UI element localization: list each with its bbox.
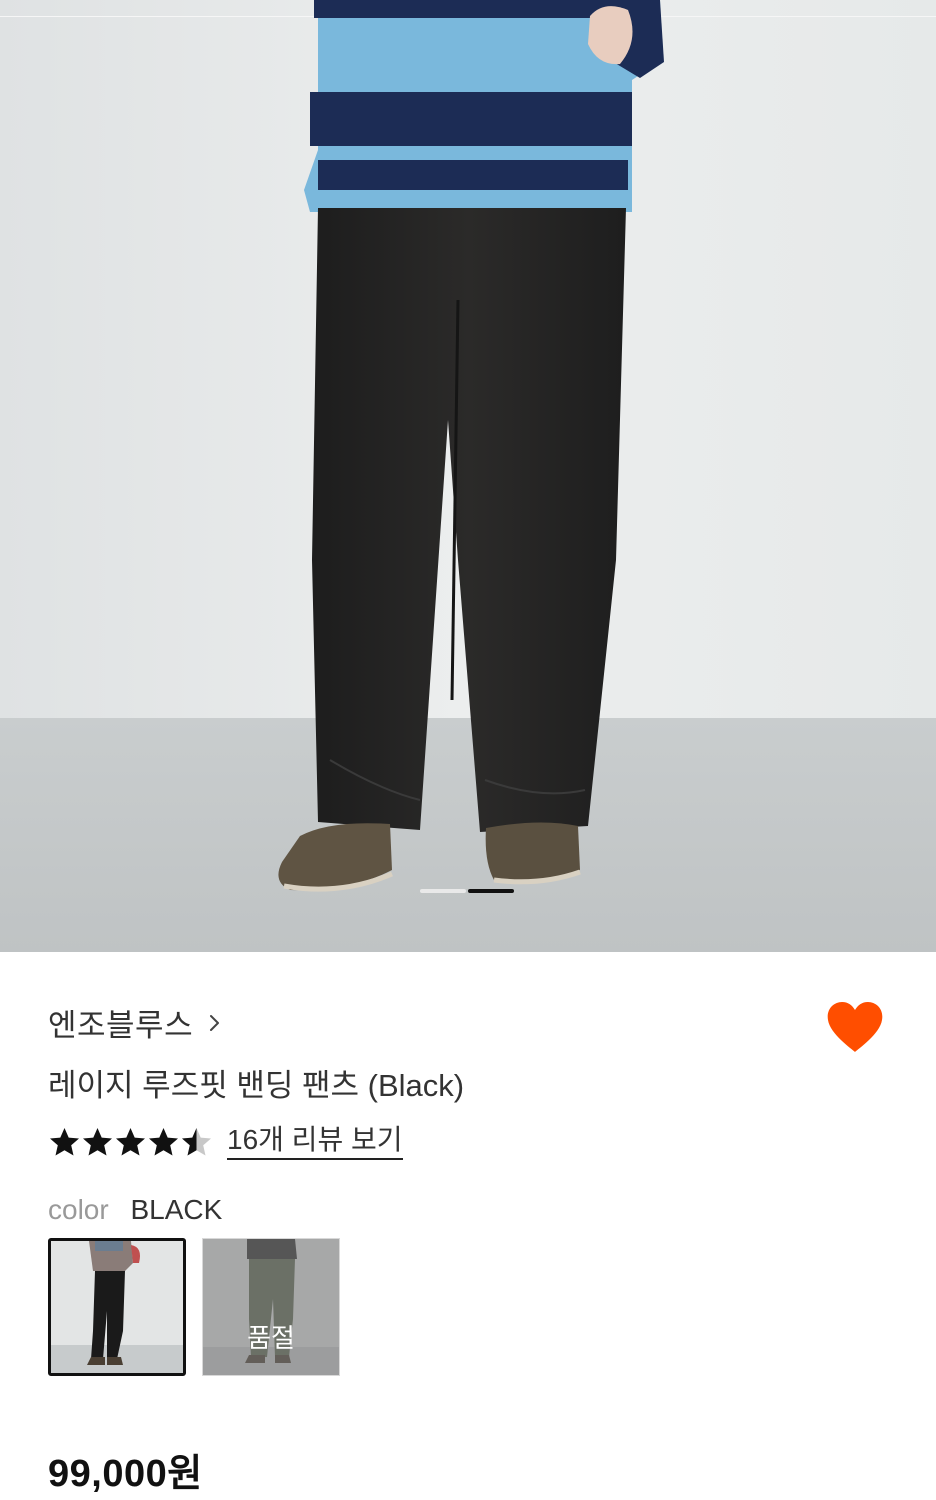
gallery-dot-1[interactable] [420, 889, 466, 893]
color-swatches: 품절 [48, 1238, 340, 1376]
selected-color-value: BLACK [130, 1194, 223, 1225]
gallery-dot-2-active[interactable] [468, 889, 514, 893]
reviews-link[interactable]: 16개 리뷰 보기 [227, 1124, 403, 1160]
swatch-khaki-sold-out[interactable]: 품절 [202, 1238, 340, 1376]
star-full-icon [50, 1128, 79, 1156]
star-full-icon [149, 1128, 178, 1156]
swatch-black[interactable] [48, 1238, 186, 1376]
product-title: 레이지 루즈핏 밴딩 팬츠 (Black) [48, 1068, 465, 1103]
chevron-right-icon [210, 1014, 220, 1031]
rating-stars [48, 1126, 213, 1158]
heart-icon[interactable] [826, 1002, 884, 1054]
sold-out-overlay: 품절 [203, 1239, 339, 1375]
brand-name: 엔조블루스 [48, 1008, 194, 1043]
color-selector-label: color BLACK [48, 1194, 222, 1226]
product-image-gallery[interactable] [0, 0, 936, 952]
sold-out-badge: 품절 [247, 1322, 295, 1353]
product-price: 99,000원 [48, 1453, 203, 1495]
gallery-pagination [420, 889, 514, 893]
star-half-icon [182, 1128, 211, 1156]
brand-link[interactable]: 엔조블루스 [48, 1000, 223, 1045]
swatch-black-thumbnail [51, 1241, 183, 1373]
color-label: color [48, 1194, 109, 1225]
product-photo [0, 0, 936, 952]
star-full-icon [116, 1128, 145, 1156]
star-full-icon [83, 1128, 112, 1156]
rating-row: 16개 리뷰 보기 [48, 1124, 403, 1160]
